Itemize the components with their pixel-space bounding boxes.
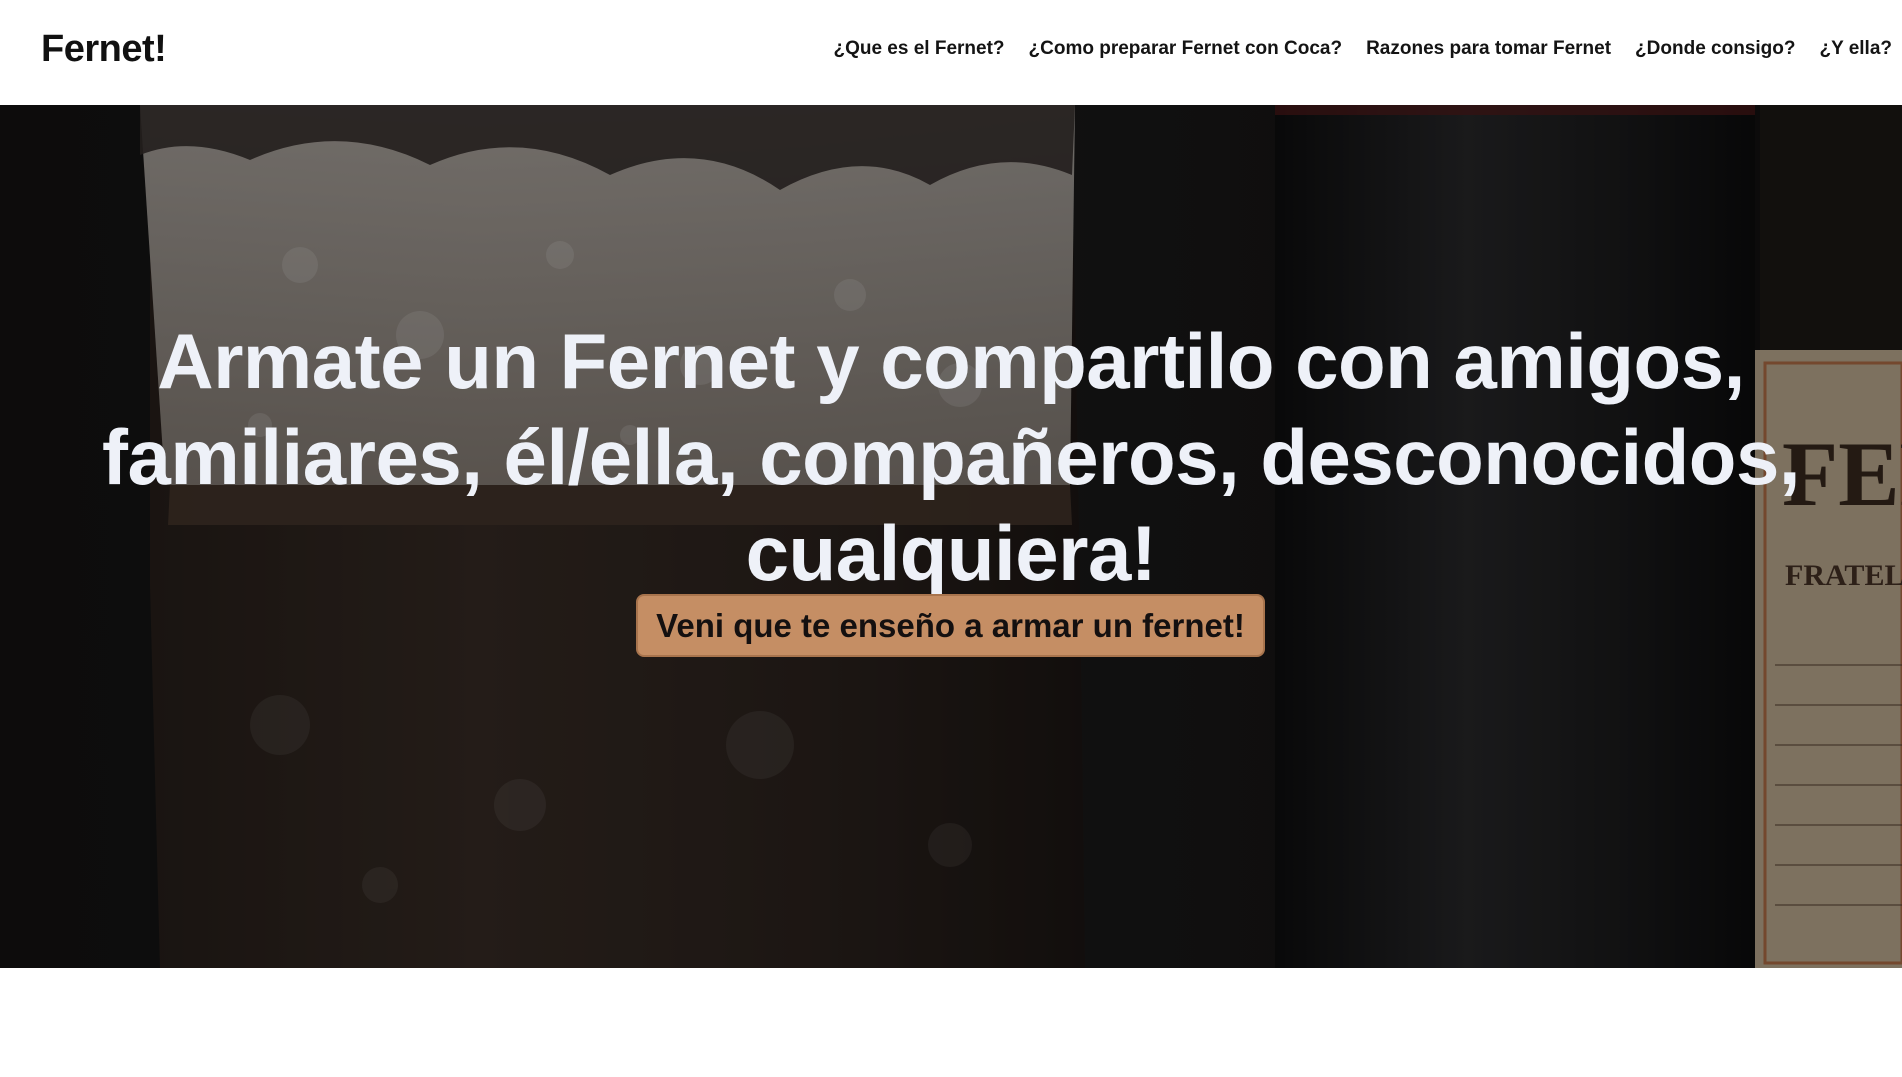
nav-link-donde-consigo[interactable]: ¿Donde consigo?: [1635, 38, 1795, 60]
brand-logo-link[interactable]: Fernet!: [41, 28, 167, 71]
page-content-area: [0, 968, 1902, 1077]
top-navbar: Fernet! ¿Que es el Fernet? ¿Como prepara…: [0, 0, 1902, 105]
hero-section: FERN FRATELLI Armate un Fernet y compart…: [0, 105, 1902, 968]
nav-link-y-ella[interactable]: ¿Y ella?: [1819, 38, 1892, 60]
nav-link-como-preparar[interactable]: ¿Como preparar Fernet con Coca?: [1029, 38, 1343, 60]
nav-links: ¿Que es el Fernet? ¿Como preparar Fernet…: [833, 38, 1892, 60]
nav-link-razones[interactable]: Razones para tomar Fernet: [1366, 38, 1611, 60]
hero-headline: Armate un Fernet y compartilo con amigos…: [102, 317, 1801, 597]
nav-link-que-es[interactable]: ¿Que es el Fernet?: [833, 38, 1004, 60]
cta-button[interactable]: Veni que te enseño a armar un fernet!: [636, 594, 1265, 657]
